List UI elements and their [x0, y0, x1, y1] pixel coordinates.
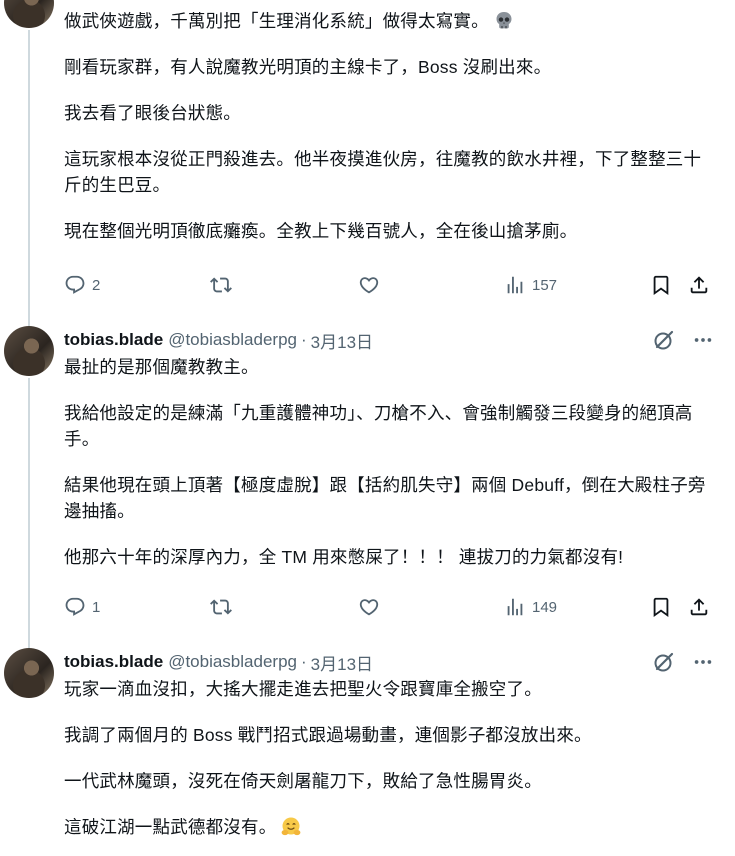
share-icon	[690, 276, 708, 294]
tweet-paragraph: 我調了兩個月的 Boss 戰鬥招式跟過場動畫，連個影子都沒放出來。	[64, 725, 592, 745]
thread-line	[28, 30, 30, 328]
tweet-paragraph: 我給他設定的是練滿「九重護體神功」、刀槍不入、會強制觸發三段變身的絕頂高手。	[64, 403, 693, 449]
reply-icon	[65, 275, 85, 294]
retweet-icon	[210, 599, 232, 615]
tweet-paragraph: 最扯的是那個魔教教主。	[64, 357, 259, 377]
retweet-button[interactable]	[210, 596, 232, 618]
grok-icon[interactable]	[652, 328, 676, 352]
tweet-paragraph: 現在整個光明頂徹底癱瘓。全教上下幾百號人，全在後山搶茅廁。	[64, 221, 578, 241]
avatar[interactable]	[4, 326, 54, 376]
bookmark-button[interactable]	[650, 274, 672, 296]
share-icon	[690, 598, 708, 616]
author-name[interactable]: tobias.blade	[64, 330, 163, 350]
reply-count: 1	[92, 598, 101, 616]
tweet-header: tobias.blade @tobiasbladerpg · 3月13日	[64, 650, 714, 674]
reply-count: 2	[92, 276, 101, 294]
tweet-paragraph: 結果他現在頭上頂著【極度虛脫】跟【括約肌失守】兩個 Debuff，倒在大殿柱子旁…	[64, 475, 706, 521]
bookmark-button[interactable]	[650, 596, 672, 618]
author-handle[interactable]: @tobiasbladerpg	[168, 652, 297, 672]
avatar[interactable]	[4, 0, 54, 28]
hugging-face-emoji	[282, 817, 301, 836]
heart-icon	[359, 599, 379, 616]
view-count: 157	[532, 276, 558, 294]
view-count: 149	[532, 598, 558, 616]
header-icons	[652, 328, 714, 352]
author-name[interactable]: tobias.blade	[64, 652, 163, 672]
like-button[interactable]	[358, 596, 380, 618]
separator: ·	[300, 330, 307, 349]
header-icons	[652, 650, 714, 674]
more-icon[interactable]	[692, 651, 714, 673]
tweet-paragraph: 他那六十年的深厚內力，全 TM 用來憋屎了！！！ 連拔刀的力氣都沒有!	[64, 547, 624, 567]
tweet-text: 最扯的是那個魔教教主。 我給他設定的是練滿「九重護體神功」、刀槍不入、會強制觸發…	[64, 354, 714, 570]
retweet-button[interactable]	[210, 274, 232, 296]
tweet-text: 做武俠遊戲，千萬別把「生理消化系統」做得太寫實。 剛看玩家群，有人說魔教光明頂的…	[64, 8, 714, 244]
share-button[interactable]	[688, 596, 710, 618]
reply-button[interactable]: 1	[64, 596, 100, 618]
views-button[interactable]: 149	[504, 596, 557, 618]
analytics-icon	[507, 598, 523, 616]
tweet-text: 玩家一滴血沒扣，大搖大擺走進去把聖火令跟寶庫全搬空了。 我調了兩個月的 Boss…	[64, 676, 714, 840]
avatar[interactable]	[4, 648, 54, 698]
tweet-header: tobias.blade @tobiasbladerpg · 3月13日	[64, 328, 714, 352]
tweet-paragraph: 玩家一滴血沒扣，大搖大擺走進去把聖火令跟寶庫全搬空了。	[64, 679, 542, 699]
grok-icon[interactable]	[652, 650, 676, 674]
analytics-icon	[507, 276, 523, 294]
more-icon[interactable]	[692, 329, 714, 351]
tweet-date[interactable]: 3月13日	[311, 328, 373, 353]
like-button[interactable]	[358, 274, 380, 296]
tweet-paragraph: 我去看了眼後台狀態。	[64, 103, 241, 123]
reply-button[interactable]: 2	[64, 274, 100, 296]
tweet-actions: 1 149	[64, 594, 711, 620]
separator: ·	[300, 652, 307, 671]
tweet-paragraph: 這破江湖一點武德都沒有。	[64, 817, 277, 837]
share-button[interactable]	[688, 274, 710, 296]
bookmark-icon	[653, 597, 669, 618]
thread-line	[28, 378, 30, 648]
bookmark-icon	[653, 275, 669, 296]
tweet-paragraph: 做武俠遊戲，千萬別把「生理消化系統」做得太寫實。	[64, 11, 489, 31]
tweet-paragraph: 這玩家根本沒從正門殺進去。他半夜摸進伙房，往魔教的飲水井裡，下了整整三十斤的生巴…	[64, 149, 702, 195]
views-button[interactable]: 157	[504, 274, 557, 296]
heart-icon	[359, 277, 379, 294]
tweet-paragraph: 一代武林魔頭，沒死在倚天劍屠龍刀下，敗給了急性腸胃炎。	[64, 771, 542, 791]
tweet-paragraph: 剛看玩家群，有人說魔教光明頂的主線卡了，Boss 沒刷出來。	[64, 57, 552, 77]
tweet-date[interactable]: 3月13日	[311, 650, 373, 675]
reply-icon	[65, 597, 85, 616]
retweet-icon	[210, 277, 232, 293]
skull-emoji	[496, 12, 512, 29]
tweet-actions: 2 157	[64, 272, 711, 298]
author-handle[interactable]: @tobiasbladerpg	[168, 330, 297, 350]
